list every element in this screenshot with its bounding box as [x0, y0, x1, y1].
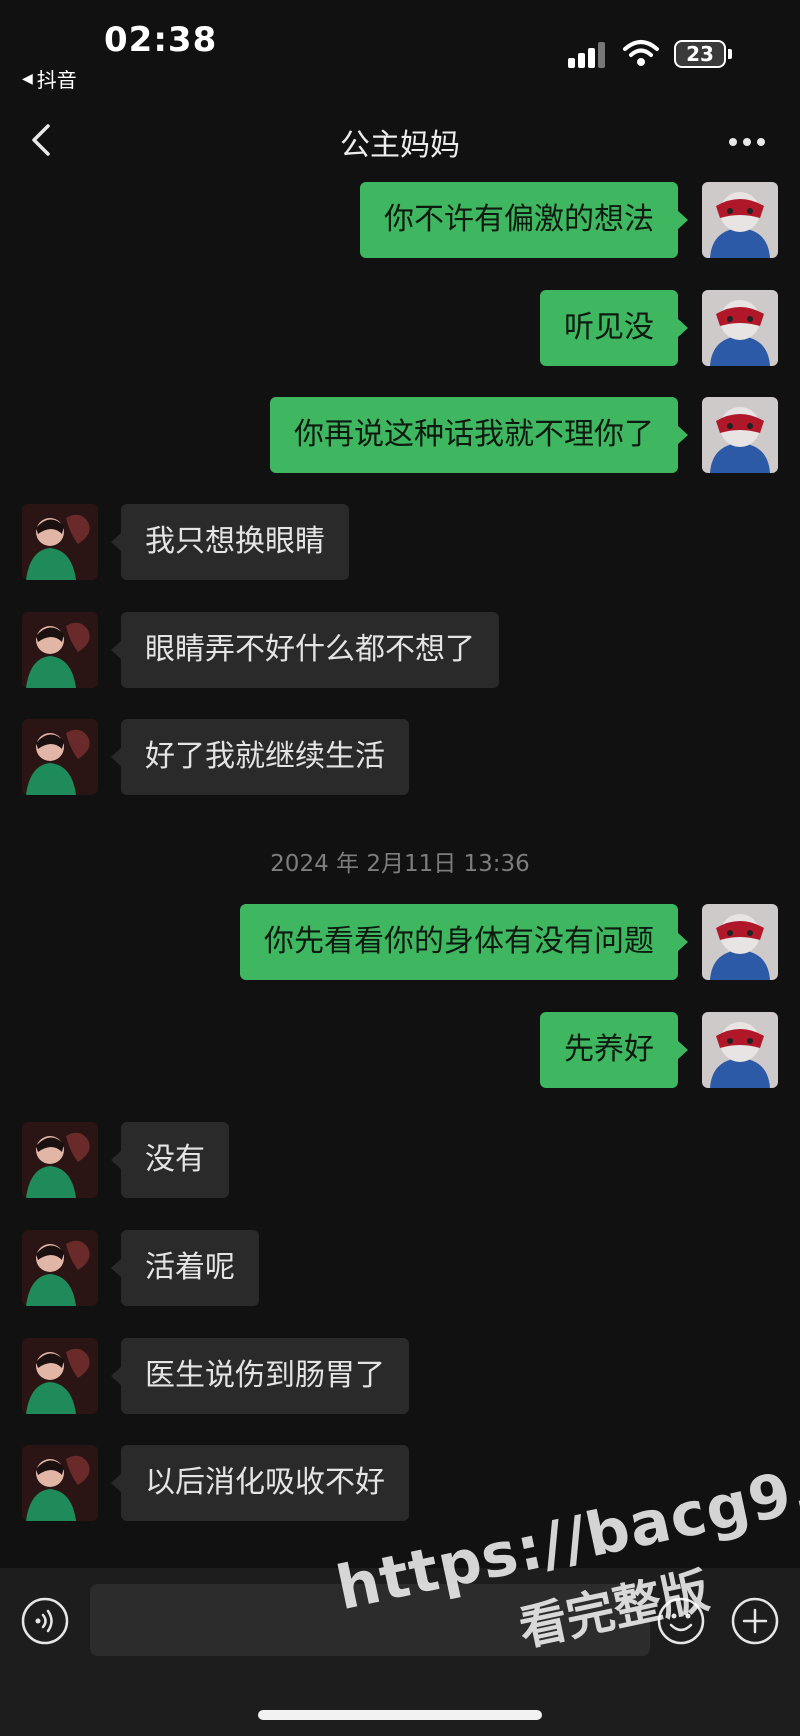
sent-message-row: 听见没 — [0, 290, 800, 370]
status-bar: 02:38 ◀ 抖音 23 — [0, 0, 800, 100]
sent-message-bubble[interactable]: 听见没 — [540, 290, 688, 366]
voice-input-icon[interactable] — [20, 1596, 70, 1646]
received-message-row: 医生说伤到肠胃了 — [0, 1338, 800, 1418]
received-message-bubble[interactable]: 没有 — [111, 1122, 229, 1198]
back-to-app-link[interactable]: ◀ 抖音 — [22, 64, 77, 93]
my-avatar[interactable] — [702, 290, 778, 366]
battery-icon: 23 — [674, 40, 726, 68]
contact-avatar[interactable] — [22, 1230, 98, 1306]
received-message-row: 活着呢 — [0, 1230, 800, 1310]
my-avatar[interactable] — [702, 1012, 778, 1088]
message-list[interactable]: 2024 年 2月11日 13:36 你不许有偏激的想法听见没你再说这种话我就不… — [0, 182, 800, 1568]
sent-message-row: 你再说这种话我就不理你了 — [0, 397, 800, 477]
sent-message-bubble[interactable]: 你再说这种话我就不理你了 — [270, 397, 688, 473]
contact-avatar[interactable] — [22, 1122, 98, 1198]
received-message-row: 好了我就继续生活 — [0, 719, 800, 799]
received-message-bubble[interactable]: 医生说伤到肠胃了 — [111, 1338, 409, 1414]
received-message-row: 我只想换眼睛 — [0, 504, 800, 584]
sent-message-row: 你先看看你的身体有没有问题 — [0, 904, 800, 984]
my-avatar[interactable] — [702, 904, 778, 980]
back-app-label: 抖音 — [36, 68, 77, 92]
received-message-bubble[interactable]: 眼睛弄不好什么都不想了 — [111, 612, 499, 688]
wifi-icon — [623, 40, 659, 66]
home-indicator[interactable] — [258, 1710, 542, 1720]
contact-avatar[interactable] — [22, 719, 98, 795]
chat-title: 公主妈妈 — [340, 128, 460, 163]
sent-message-bubble[interactable]: 先养好 — [540, 1012, 688, 1088]
received-message-row: 没有 — [0, 1122, 800, 1202]
status-time: 02:38 — [104, 20, 218, 60]
sent-message-bubble[interactable]: 你不许有偏激的想法 — [360, 182, 688, 258]
chat-timestamp: 2024 年 2月11日 13:36 — [270, 851, 530, 877]
back-triangle-icon: ◀ — [22, 70, 33, 87]
contact-avatar[interactable] — [22, 1445, 98, 1521]
contact-avatar[interactable] — [22, 1338, 98, 1414]
received-message-bubble[interactable]: 以后消化吸收不好 — [111, 1445, 409, 1521]
sent-message-row: 先养好 — [0, 1012, 800, 1092]
received-message-bubble[interactable]: 我只想换眼睛 — [111, 504, 349, 580]
emoji-icon[interactable] — [656, 1596, 706, 1646]
my-avatar[interactable] — [702, 182, 778, 258]
my-avatar[interactable] — [702, 397, 778, 473]
message-input[interactable] — [90, 1584, 650, 1656]
received-message-bubble[interactable]: 好了我就继续生活 — [111, 719, 409, 795]
more-actions-plus-icon[interactable] — [730, 1596, 780, 1646]
received-message-bubble[interactable]: 活着呢 — [111, 1230, 259, 1306]
contact-avatar[interactable] — [22, 504, 98, 580]
contact-avatar[interactable] — [22, 612, 98, 688]
received-message-row: 眼睛弄不好什么都不想了 — [0, 612, 800, 692]
sent-message-bubble[interactable]: 你先看看你的身体有没有问题 — [240, 904, 688, 980]
more-options-icon[interactable] — [722, 122, 772, 162]
sent-message-row: 你不许有偏激的想法 — [0, 182, 800, 262]
chat-header: 公主妈妈 — [0, 100, 800, 182]
battery-nub — [728, 49, 732, 59]
battery-level: 23 — [686, 42, 714, 66]
received-message-row: 以后消化吸收不好 — [0, 1445, 800, 1525]
signal-icon — [568, 42, 608, 68]
